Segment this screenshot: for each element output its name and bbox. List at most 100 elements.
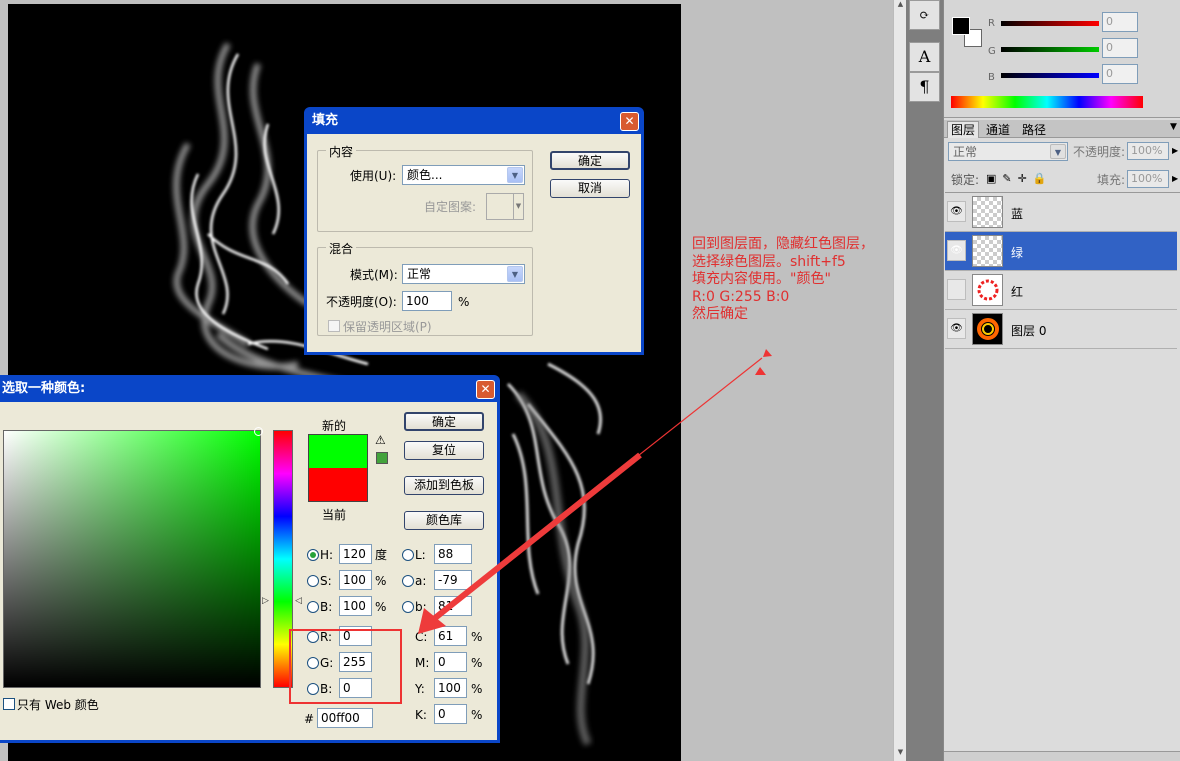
layer-row-red[interactable]: 红	[945, 271, 1177, 310]
b-label: B:	[320, 682, 333, 696]
picker-ok-button[interactable]: 确定	[404, 412, 484, 431]
fill-ok-button[interactable]: 确定	[550, 151, 630, 170]
s-input[interactable]: 100	[339, 570, 372, 590]
lab-b-input[interactable]: 81	[434, 596, 472, 616]
r-radio[interactable]	[307, 631, 319, 643]
l-label: L:	[415, 548, 426, 562]
panel-menu-icon[interactable]: ▼	[1170, 122, 1177, 132]
web-colors-only-label: 只有 Web 颜色	[17, 698, 99, 712]
document-vertical-scrollbar[interactable]: ▲ ▼	[893, 0, 906, 761]
fill-dialog-body: 内容 使用(U): 颜色... ▼ 自定图案: ▼ 混合 模式(M): 正常 ▼ 不…	[307, 134, 641, 352]
b-radio[interactable]	[307, 683, 319, 695]
chevron-down-icon: ▼	[513, 194, 523, 219]
hue-slider-right-arrow-icon[interactable]: ◁	[295, 596, 302, 606]
fill-dialog-titlebar[interactable]: 填充 ✕	[306, 109, 642, 133]
close-icon[interactable]: ✕	[476, 380, 495, 399]
l-input[interactable]: 88	[434, 544, 472, 564]
eye-icon[interactable]: 👁	[947, 201, 966, 222]
tab-channels[interactable]: 通道	[982, 122, 1014, 138]
color-field[interactable]	[3, 427, 263, 688]
color-picker-title: 选取一种颜色:	[2, 381, 86, 396]
color-ramp[interactable]	[951, 96, 1143, 108]
fill-input[interactable]: 100%	[1127, 170, 1169, 188]
k-label: K:	[415, 708, 427, 722]
m-label: M:	[415, 656, 430, 670]
gamut-swatch[interactable]	[376, 452, 388, 464]
custom-pattern-picker[interactable]: ▼	[486, 193, 524, 220]
tab-paths[interactable]: 路径	[1018, 122, 1050, 138]
layer-thumbnail	[972, 235, 1003, 267]
eye-icon[interactable]: 👁	[947, 240, 966, 261]
fill-dialog: 填充 ✕ 内容 使用(U): 颜色... ▼ 自定图案: ▼ 混合 模式(M): …	[304, 107, 644, 355]
preserve-transparency-checkbox[interactable]	[328, 320, 340, 332]
g-radio[interactable]	[307, 657, 319, 669]
close-icon[interactable]: ✕	[620, 112, 639, 131]
foreground-swatch[interactable]	[952, 17, 970, 35]
layer-row-green[interactable]: 👁 绿	[945, 232, 1177, 271]
a-input[interactable]: -79	[434, 570, 472, 590]
m-input[interactable]: 0	[434, 652, 467, 672]
mode-select[interactable]: 正常 ▼	[402, 264, 525, 284]
lock-icons[interactable]: ▣✎✛🔒	[986, 172, 1053, 185]
scroll-up-arrow-icon[interactable]: ▲	[895, 0, 906, 11]
gamut-warning-icon[interactable]: ⚠	[375, 433, 386, 447]
opacity-input[interactable]: 100	[402, 291, 452, 311]
h-radio[interactable]	[307, 549, 319, 561]
m-unit: %	[471, 656, 483, 670]
picker-reset-button[interactable]: 复位	[404, 441, 484, 460]
layer-name: 蓝	[1011, 207, 1024, 221]
character-panel-icon[interactable]: A	[909, 42, 940, 72]
web-colors-only-checkbox[interactable]	[3, 698, 15, 710]
b-input[interactable]: 0	[1102, 64, 1138, 84]
y-unit: %	[471, 682, 483, 696]
history-icon[interactable]: ⟳	[909, 0, 940, 30]
g-input[interactable]: 0	[1102, 38, 1138, 58]
hex-input[interactable]: 00ff00	[317, 708, 373, 728]
brightness-radio[interactable]	[307, 601, 319, 613]
tab-layers[interactable]: 图层	[947, 121, 979, 138]
k-input[interactable]: 0	[434, 704, 467, 724]
annotation-line-5: 然后确定	[692, 306, 748, 322]
b-slider[interactable]	[1001, 73, 1099, 78]
g-input[interactable]: 255	[339, 652, 372, 672]
fill-cancel-button[interactable]: 取消	[550, 179, 630, 198]
mode-label: 模式(M):	[350, 268, 398, 282]
new-color-swatch	[308, 434, 368, 468]
y-input[interactable]: 100	[434, 678, 467, 698]
hue-slider-left-arrow-icon[interactable]: ▷	[262, 596, 269, 606]
brightness-label: B:	[320, 600, 333, 614]
tutorial-annotation: 回到图层面，隐藏红色图层， 选择绿色图层。shift+f5 填充内容使用。"颜色…	[692, 236, 874, 324]
hidden-eye-slot[interactable]	[947, 279, 966, 300]
color-picker-titlebar[interactable]: 选取一种颜色: ✕	[0, 377, 498, 401]
s-radio[interactable]	[307, 575, 319, 587]
scroll-down-arrow-icon[interactable]: ▼	[895, 748, 906, 759]
blend-group-label: 混合	[326, 240, 357, 257]
hue-slider[interactable]	[273, 430, 293, 688]
layer-opacity-label: 不透明度:	[1073, 145, 1126, 159]
layer-opacity-input[interactable]: 100%	[1127, 142, 1169, 160]
brightness-input[interactable]: 100	[339, 596, 372, 616]
layer-blend-mode-select[interactable]: 正常 ▼	[948, 142, 1068, 161]
current-color-swatch[interactable]	[308, 468, 368, 502]
fill-arrow-icon[interactable]: ▶	[1172, 174, 1178, 183]
add-to-swatches-button[interactable]: 添加到色板	[404, 476, 484, 495]
l-radio[interactable]	[402, 549, 414, 561]
paragraph-panel-icon[interactable]: ¶	[909, 72, 940, 102]
r-input[interactable]: 0	[339, 626, 372, 646]
a-radio[interactable]	[402, 575, 414, 587]
r-input[interactable]: 0	[1102, 12, 1138, 32]
h-input[interactable]: 120	[339, 544, 372, 564]
r-slider[interactable]	[1001, 21, 1099, 26]
layer-row-blue[interactable]: 👁 蓝	[945, 193, 1177, 232]
hex-label: #	[304, 712, 315, 726]
use-select[interactable]: 颜色... ▼	[402, 165, 525, 185]
eye-icon[interactable]: 👁	[947, 318, 966, 339]
opacity-arrow-icon[interactable]: ▶	[1172, 146, 1178, 155]
c-input[interactable]: 61	[434, 626, 467, 646]
color-libraries-button[interactable]: 颜色库	[404, 511, 484, 530]
b-input[interactable]: 0	[339, 678, 372, 698]
g-slider[interactable]	[1001, 47, 1099, 52]
color-field-marker[interactable]	[254, 427, 263, 436]
layer-row-layer0[interactable]: 👁 图层 0	[945, 310, 1177, 349]
lab-b-radio[interactable]	[402, 601, 414, 613]
